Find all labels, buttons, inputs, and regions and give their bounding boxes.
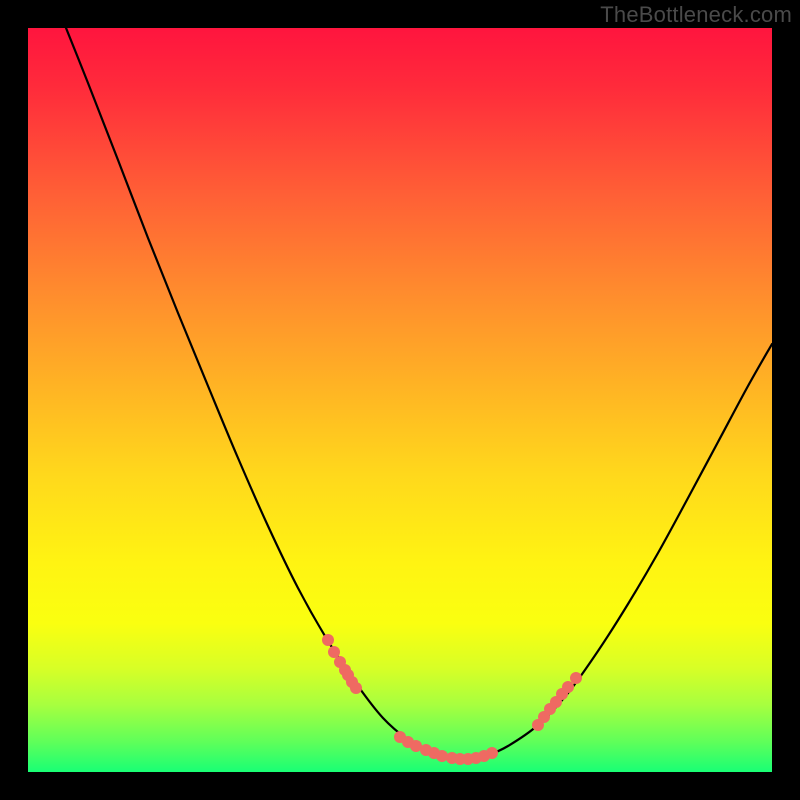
data-marker: [562, 681, 574, 693]
data-marker: [322, 634, 334, 646]
curve-line: [58, 28, 772, 759]
watermark-text: TheBottleneck.com: [600, 2, 792, 28]
data-marker: [486, 747, 498, 759]
chart-plot-area: [28, 28, 772, 772]
data-marker: [350, 682, 362, 694]
bottleneck-curve-chart: [28, 28, 772, 772]
data-marker: [570, 672, 582, 684]
data-markers: [322, 634, 582, 765]
data-marker: [436, 750, 448, 762]
data-marker: [328, 646, 340, 658]
